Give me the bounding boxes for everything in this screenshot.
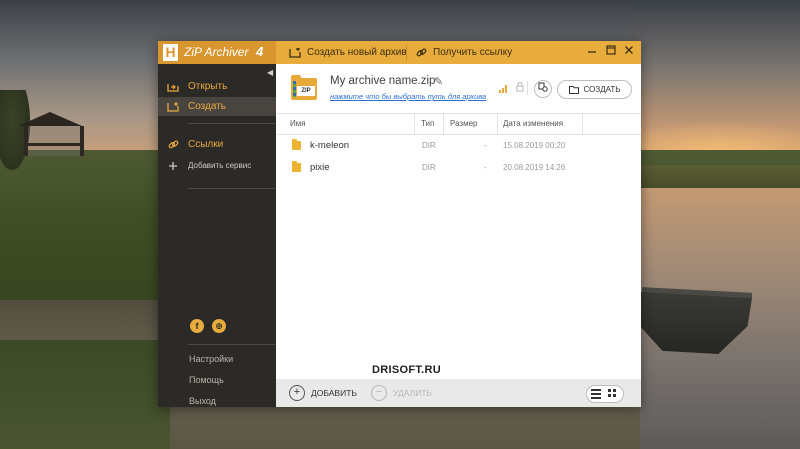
sidebar-divider <box>188 123 276 124</box>
zip-archive-icon: ZIP <box>291 75 317 100</box>
new-archive-label: Создать новый архив <box>307 47 407 58</box>
folder-icon <box>292 161 301 172</box>
minimize-icon <box>588 51 596 53</box>
create-archive-label: СОЗДАТЬ <box>583 85 621 94</box>
compression-level-icon[interactable] <box>499 85 507 93</box>
watermark: DRISOFT.RU <box>372 364 441 376</box>
column-divider[interactable] <box>582 114 583 134</box>
sidebar-item-label: Создать <box>188 101 227 112</box>
header-divider <box>527 81 528 95</box>
remove-icon: − <box>371 385 387 401</box>
maximize-icon <box>606 45 616 55</box>
archive-icon-zipper <box>293 81 296 97</box>
file-type: DIR <box>422 163 436 172</box>
facebook-icon[interactable]: f <box>190 319 204 333</box>
file-date: 20.08.2019 14:26 <box>503 163 566 172</box>
file-size: - <box>484 141 487 150</box>
sidebar-item-create[interactable]: Создать <box>158 97 276 116</box>
sidebar-item-label: Открыть <box>188 81 228 92</box>
grid-view-icon[interactable] <box>608 389 618 399</box>
folder-icon <box>568 85 579 94</box>
new-archive-icon <box>289 47 301 58</box>
file-name: k-meleon <box>310 140 350 151</box>
app-name: ZiP Archiver <box>184 45 249 59</box>
table-row[interactable]: pixie DIR - 20.08.2019 14:26 <box>276 157 641 179</box>
web-icon[interactable]: ⊕ <box>212 319 226 333</box>
sidebar-divider <box>188 344 276 345</box>
column-divider[interactable] <box>497 114 498 134</box>
logo-letter: H <box>163 44 178 61</box>
sidebar: ◀ Открыть Создать Ссылки Добавить сервис… <box>158 64 276 407</box>
archive-settings-button[interactable] <box>534 80 552 98</box>
sidebar-help-link[interactable]: Помощь <box>189 375 224 385</box>
link-icon <box>416 48 427 57</box>
title-bar[interactable]: H ZiP Archiver 4 Создать новый архив Пол… <box>158 41 641 64</box>
wallpaper-gazebo <box>24 126 84 156</box>
maximize-button[interactable] <box>604 45 618 59</box>
remove-files-label: УДАЛИТЬ <box>393 388 433 398</box>
file-date: 15.08.2019 00:20 <box>503 141 566 150</box>
wallpaper-gazebo-roof <box>18 112 82 126</box>
sidebar-item-open[interactable]: Открыть <box>158 77 276 96</box>
column-type[interactable]: Тип <box>421 114 434 134</box>
titlebar-divider <box>406 45 407 60</box>
file-name: pixie <box>310 162 330 173</box>
bottom-toolbar: + ДОБАВИТЬ − УДАЛИТЬ <box>276 379 641 407</box>
close-icon <box>625 46 633 54</box>
archive-settings-icon <box>538 82 548 92</box>
column-name[interactable]: Имя <box>290 114 306 134</box>
sidebar-settings-link[interactable]: Настройки <box>189 354 233 364</box>
wallpaper-gazebo-rail <box>24 143 84 146</box>
remove-files-button[interactable]: − УДАЛИТЬ <box>371 379 432 407</box>
app-version: 4 <box>256 44 264 59</box>
sidebar-item-links[interactable]: Ссылки <box>158 135 276 154</box>
column-date[interactable]: Дата изменения <box>503 114 563 134</box>
create-icon <box>158 101 188 112</box>
add-files-label: ДОБАВИТЬ <box>311 388 357 398</box>
close-button[interactable] <box>622 45 636 59</box>
table-row[interactable]: k-meleon DIR - 15.08.2019 00:20 <box>276 135 641 157</box>
sidebar-exit-link[interactable]: Выход <box>189 396 216 406</box>
open-icon <box>158 82 188 92</box>
archive-icon-label: ZIP <box>297 86 315 96</box>
plus-icon <box>158 161 188 171</box>
column-size[interactable]: Размер <box>450 114 478 134</box>
sidebar-divider <box>188 188 276 189</box>
main-panel: ZIP My archive name.zip ✎ нажмите что бы… <box>276 64 641 407</box>
add-files-button[interactable]: + ДОБАВИТЬ <box>289 379 357 407</box>
sidebar-item-label: Ссылки <box>188 139 224 150</box>
minimize-button[interactable] <box>585 45 599 59</box>
lock-icon[interactable] <box>516 82 524 94</box>
wallpaper-reeds <box>640 165 800 190</box>
sidebar-item-label: Добавить сервис <box>188 161 252 170</box>
link-icon <box>158 139 188 150</box>
archive-icon-tab <box>291 75 301 79</box>
new-archive-button[interactable]: Создать новый архив <box>289 41 407 64</box>
add-icon: + <box>289 385 305 401</box>
file-type: DIR <box>422 141 436 150</box>
folder-icon <box>292 139 301 150</box>
column-divider[interactable] <box>443 114 444 134</box>
view-mode-toggle[interactable] <box>586 385 624 403</box>
get-link-label: Получить ссылку <box>433 47 513 58</box>
collapse-sidebar-icon[interactable]: ◀ <box>267 68 273 77</box>
file-size: - <box>484 163 487 172</box>
sidebar-item-add-service[interactable]: Добавить сервис <box>158 156 276 175</box>
list-view-icon[interactable] <box>591 389 601 399</box>
archive-name[interactable]: My archive name.zip <box>330 75 435 87</box>
file-table-header: Имя Тип Размер Дата изменения <box>276 113 641 135</box>
zip-archiver-window: H ZiP Archiver 4 Создать новый архив Пол… <box>158 41 641 407</box>
choose-path-link[interactable]: нажмите что бы выбрать путь для архива <box>330 92 486 101</box>
create-archive-button[interactable]: СОЗДАТЬ <box>557 80 632 99</box>
app-logo: H ZiP Archiver 4 <box>158 41 276 64</box>
wallpaper-foreground-grass <box>0 340 170 449</box>
edit-name-icon[interactable]: ✎ <box>434 75 443 88</box>
column-divider[interactable] <box>414 114 415 134</box>
get-link-button[interactable]: Получить ссылку <box>416 41 512 64</box>
